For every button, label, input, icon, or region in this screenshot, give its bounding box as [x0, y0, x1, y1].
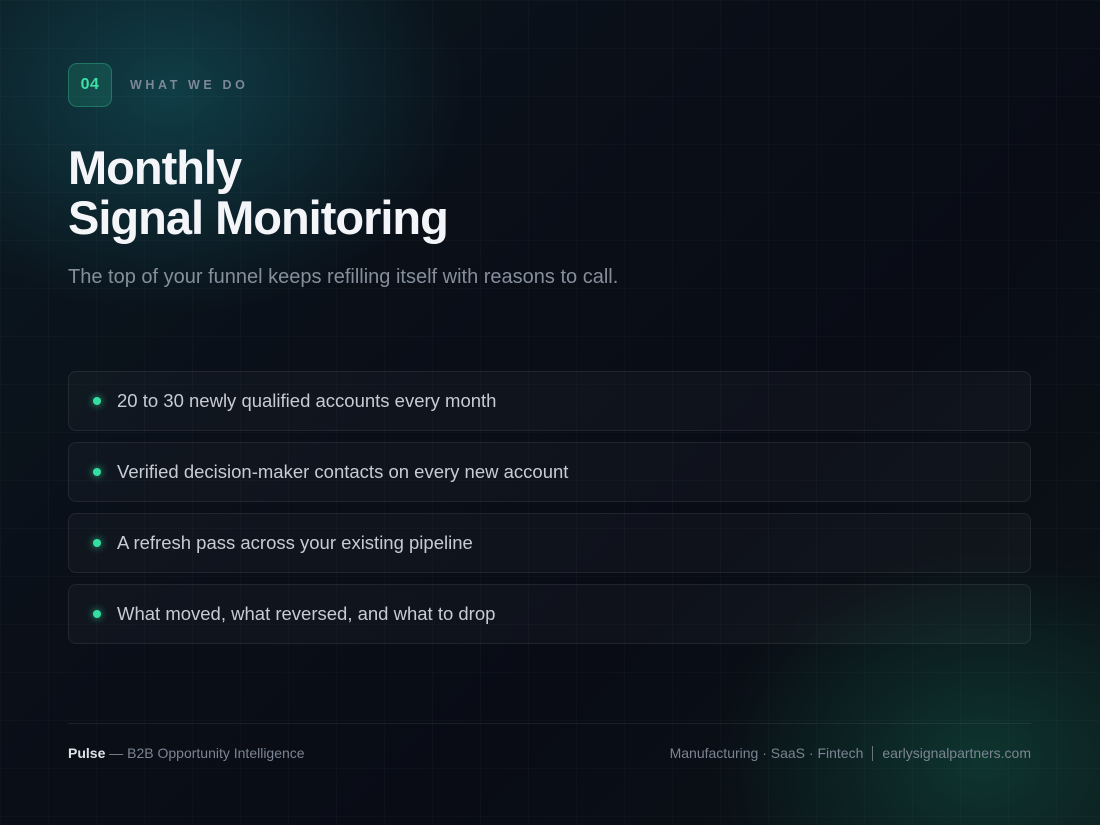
footer-website-link[interactable]: earlysignalpartners.com [882, 745, 1031, 761]
list-item-text: 20 to 30 newly qualified accounts every … [117, 390, 497, 411]
list-item-text: Verified decision-maker contacts on ever… [117, 461, 569, 482]
list-item: A refresh pass across your existing pipe… [68, 513, 1031, 573]
bullet-dot-icon [93, 539, 101, 547]
list-item-text: A refresh pass across your existing pipe… [117, 532, 473, 553]
list-item: 20 to 30 newly qualified accounts every … [68, 371, 1031, 431]
brand-name: Pulse [68, 745, 106, 761]
title-line-1: Monthly [68, 141, 242, 194]
slide: 04 WHAT WE DO Monthly Signal Monitoring … [0, 0, 1100, 825]
list-item: What moved, what reversed, and what to d… [68, 584, 1031, 644]
section-number-badge: 04 [68, 63, 112, 107]
brand-tagline: — B2B Opportunity Intelligence [105, 745, 305, 761]
bullet-dot-icon [93, 397, 101, 405]
list-item-text: What moved, what reversed, and what to d… [117, 603, 496, 624]
section-label: WHAT WE DO [130, 78, 249, 92]
section-header: 04 WHAT WE DO [68, 63, 248, 107]
subtitle: The top of your funnel keeps refilling i… [68, 266, 619, 288]
footer-divider [68, 723, 1031, 724]
page-title: Monthly Signal Monitoring [68, 141, 449, 244]
footer-meta: Manufacturing · SaaS · Fintech earlysign… [670, 745, 1031, 761]
list-item: Verified decision-maker contacts on ever… [68, 442, 1031, 502]
bullet-dot-icon [93, 468, 101, 476]
title-line-2: Signal Monitoring [68, 191, 449, 244]
footer-separator [872, 745, 874, 761]
footer-industries: Manufacturing · SaaS · Fintech [669, 745, 864, 761]
feature-list: 20 to 30 newly qualified accounts every … [68, 371, 1031, 655]
bullet-dot-icon [93, 610, 101, 618]
footer-brand: Pulse — B2B Opportunity Intelligence [68, 745, 305, 761]
